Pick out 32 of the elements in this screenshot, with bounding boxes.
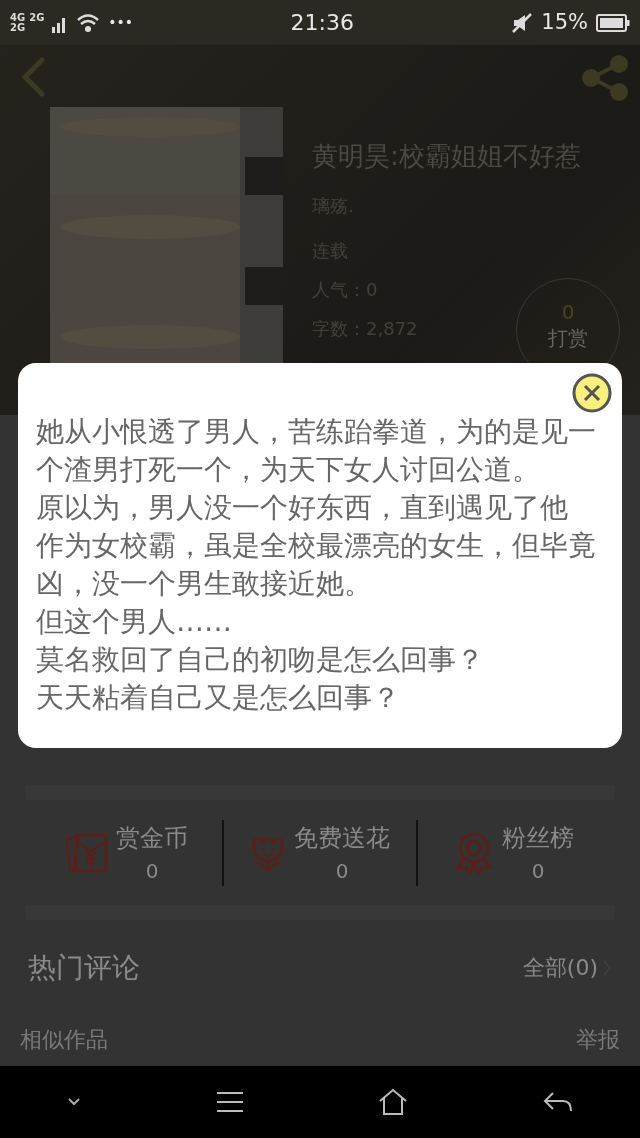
network-label: 4G [10,12,26,23]
gift-label: 免费送花 [294,822,390,854]
battery-icon [596,13,630,32]
gift-count: 0 [334,857,350,885]
menu-icon[interactable] [215,1091,244,1113]
clock: 21:36 [289,9,355,37]
battery-level: 15% [541,8,588,36]
view-all-link[interactable]: 全部(0) [522,951,598,984]
gift-label: 粉丝榜 [502,822,574,854]
synopsis-paragraph: 莫名救回了自己的初吻是怎么回事？ [36,642,485,678]
gift-count: 0 [144,857,160,885]
section-title: 热门评论 [28,949,140,986]
network-label: 2G [10,22,26,33]
chevron-down-icon[interactable] [67,1097,82,1107]
more-indicator: ••• [108,13,134,32]
synopsis-paragraph: 她从小恨透了男人，苦练跆拳道，为的是见一个渣男打死一个，为天下女人讨回公道。 [36,414,597,488]
envelope-icon [64,832,108,873]
section-title: 相似作品 [20,1026,108,1054]
report-link[interactable]: 举报 [576,1023,620,1056]
synopsis-paragraph: 原以为，男人没一个好东西，直到遇见了他 [36,490,569,526]
back-arrow-icon[interactable] [542,1091,573,1113]
gift-label: 赏金币 [116,822,188,854]
gift-count: 0 [530,857,546,885]
wifi-icon [76,12,101,33]
synopsis-paragraph: 作为女校霸，虽是全校最漂亮的女生，但毕竟凶，没一个男生敢接近她。 [36,528,597,602]
mute-icon [511,11,534,34]
close-button[interactable] [572,373,612,413]
home-icon[interactable] [378,1088,409,1116]
synopsis-paragraph: 但这个男人…… [36,604,233,640]
synopsis-paragraph: 天天粘着自己又是怎么回事？ [36,680,401,716]
network-label: 2G [29,12,45,23]
medal-icon [454,831,494,874]
